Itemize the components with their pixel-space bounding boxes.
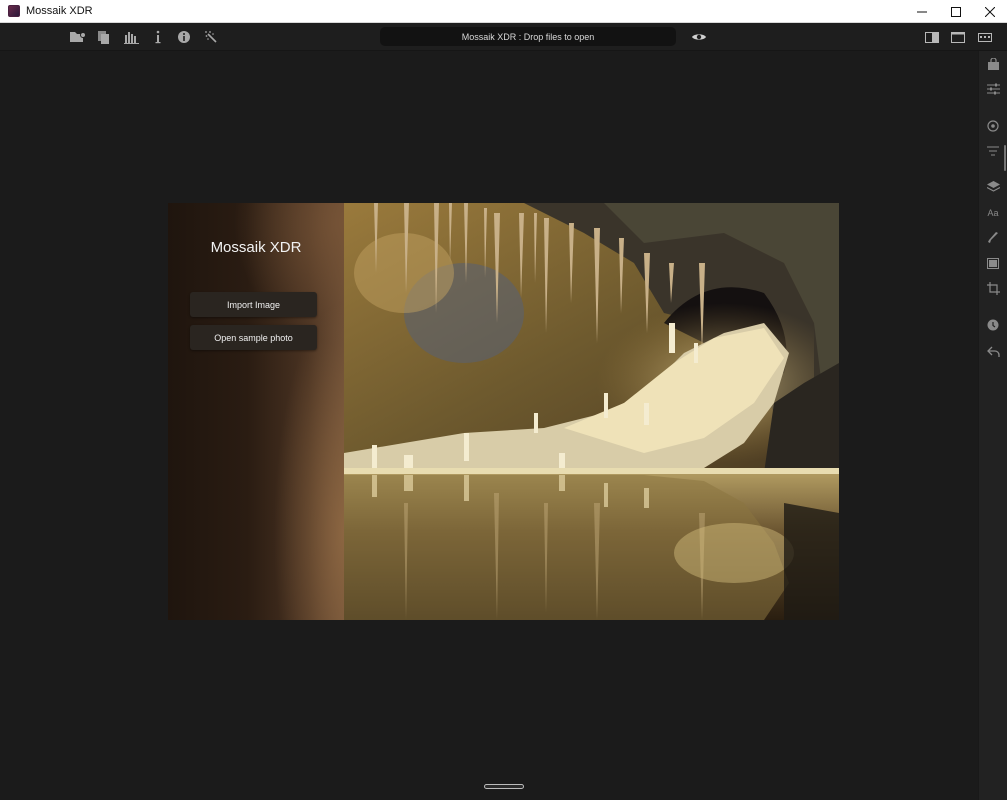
copy-icon[interactable] <box>95 28 113 46</box>
bag-icon[interactable] <box>985 56 1001 72</box>
histogram-icon[interactable] <box>122 28 140 46</box>
minimize-button[interactable] <box>905 0 939 23</box>
drop-files-bar[interactable]: Mossaik XDR : Drop files to open <box>380 27 676 46</box>
sliders-icon[interactable] <box>985 81 1001 97</box>
open-sample-photo-button[interactable]: Open sample photo <box>190 325 317 350</box>
welcome-card: Mossaik XDR Import Image Open sample pho… <box>168 203 839 620</box>
filmstrip-icon[interactable] <box>976 28 994 46</box>
text-icon[interactable]: Aa <box>985 205 1001 221</box>
text-tool-label: Aa <box>987 208 999 218</box>
brush-icon[interactable] <box>985 230 1001 246</box>
eye-icon[interactable] <box>690 28 708 46</box>
top-toolbar: Mossaik XDR : Drop files to open <box>0 23 1007 51</box>
maximize-button[interactable] <box>939 0 973 23</box>
welcome-app-name: Mossaik XDR <box>210 239 302 256</box>
sample-cave-photo <box>344 203 839 620</box>
window-title: Mossaik XDR <box>26 5 93 17</box>
window-titlebar: Mossaik XDR <box>0 0 1007 23</box>
magic-wand-icon[interactable] <box>202 28 220 46</box>
frame-icon[interactable] <box>985 255 1001 271</box>
panel-resize-grip[interactable] <box>1004 145 1006 171</box>
split-view-icon[interactable] <box>923 28 941 46</box>
close-button[interactable] <box>973 0 1007 23</box>
import-image-button[interactable]: Import Image <box>190 292 317 317</box>
app-logo-icon <box>8 5 20 17</box>
target-icon[interactable] <box>985 118 1001 134</box>
history-icon[interactable] <box>985 317 1001 333</box>
crop-icon[interactable] <box>985 280 1001 296</box>
undo-icon[interactable] <box>985 343 1001 359</box>
window-controls <box>905 0 1007 23</box>
right-tool-panel: Aa <box>978 51 1007 800</box>
info-circle-icon[interactable] <box>175 28 193 46</box>
filter-lines-icon[interactable] <box>985 143 1001 159</box>
single-view-icon[interactable] <box>949 28 967 46</box>
info-i-icon[interactable] <box>149 28 167 46</box>
bottom-drawer-handle[interactable] <box>484 784 524 789</box>
welcome-sidebar: Mossaik XDR Import Image Open sample pho… <box>168 203 344 620</box>
open-folder-icon[interactable] <box>68 28 86 46</box>
minimize-icon <box>917 11 927 12</box>
layers-icon[interactable] <box>985 179 1001 195</box>
close-icon <box>985 6 995 17</box>
maximize-icon <box>951 6 961 17</box>
